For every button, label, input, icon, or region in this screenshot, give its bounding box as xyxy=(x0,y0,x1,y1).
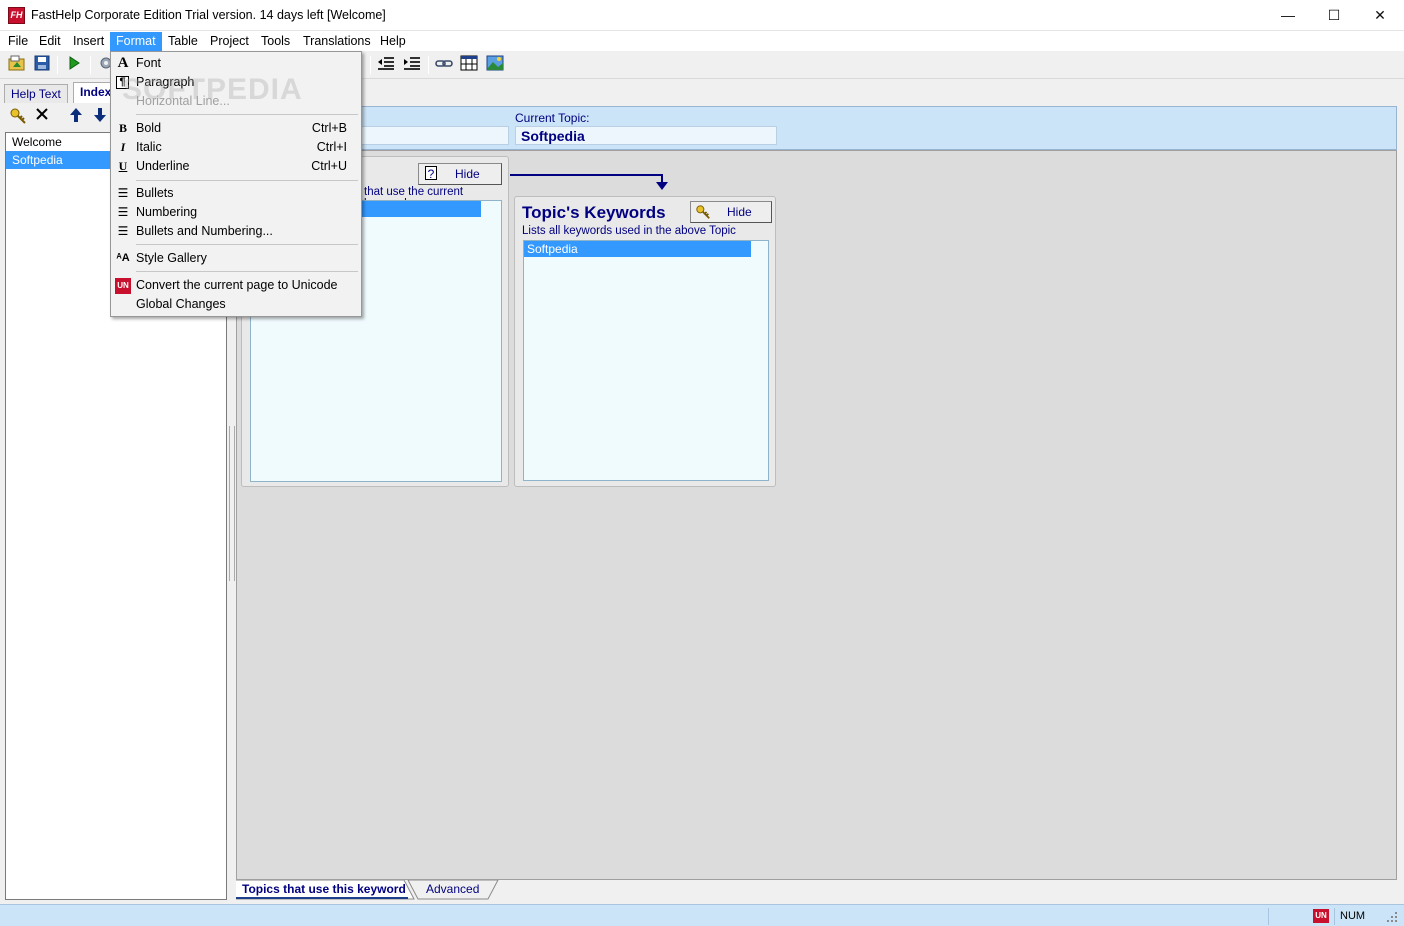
tab-help-text[interactable]: Help Text xyxy=(4,84,68,103)
link-icon[interactable] xyxy=(434,55,454,75)
unicode-icon: UN xyxy=(115,278,131,294)
app-logo-icon[interactable]: FH xyxy=(8,7,25,24)
resize-grip-icon[interactable] xyxy=(1386,911,1398,926)
menu-separator xyxy=(136,244,358,245)
help-icon: ? xyxy=(425,166,437,181)
menu-item-convert-unicode[interactable]: UN Convert the current page to Unicode xyxy=(113,276,359,295)
open-project-icon[interactable] xyxy=(7,55,27,75)
topic-header: Current Topic: Softpedia xyxy=(236,106,1397,150)
hide-topics-button[interactable]: ? Hide xyxy=(418,163,502,185)
menu-item-underline[interactable]: U Underline Ctrl+U xyxy=(113,157,359,176)
panel-splitter[interactable] xyxy=(229,426,235,581)
menu-item-label: Style Gallery xyxy=(136,251,207,265)
connector-arrow-icon xyxy=(656,182,668,190)
bullets-numbering-icon: ☰ xyxy=(117,224,129,238)
hide-label: Hide xyxy=(455,167,480,181)
connector-line xyxy=(510,174,662,176)
menu-item-bullets-and-numbering[interactable]: ☰ Bullets and Numbering... xyxy=(113,222,359,241)
toolbar-separator xyxy=(428,56,429,74)
menu-separator xyxy=(136,180,358,181)
menu-format[interactable]: Format xyxy=(110,32,162,51)
status-bar: UN NUM xyxy=(0,904,1404,926)
decrease-indent-icon[interactable] xyxy=(376,55,396,75)
menu-item-numbering[interactable]: ☰ Numbering xyxy=(113,203,359,222)
hide-keywords-button[interactable]: Hide xyxy=(690,201,772,223)
increase-indent-icon[interactable] xyxy=(402,55,422,75)
menu-item-shortcut: Ctrl+U xyxy=(311,159,347,173)
menu-item-style-gallery[interactable]: ᴬA Style Gallery xyxy=(113,249,359,268)
topic-keywords-title: Topic's Keywords xyxy=(522,203,666,222)
menu-file[interactable]: File xyxy=(3,32,33,51)
softpedia-watermark: SOFTPEDIA xyxy=(122,73,303,106)
num-lock-indicator: NUM xyxy=(1334,908,1378,925)
topic-keywords-list[interactable]: Softpedia xyxy=(523,240,769,481)
toolbar-separator xyxy=(90,56,91,74)
bullets-icon: ☰ xyxy=(117,186,129,200)
minimize-button[interactable]: — xyxy=(1265,0,1311,31)
menu-item-label: Numbering xyxy=(136,205,198,219)
menu-item-shortcut: Ctrl+I xyxy=(316,140,347,154)
menu-item-label: Italic xyxy=(136,140,162,154)
menu-item-font[interactable]: A Font xyxy=(113,54,359,73)
menu-table[interactable]: Table xyxy=(163,32,203,51)
menu-item-label: Bold xyxy=(136,121,162,135)
close-button[interactable]: ✕ xyxy=(1357,0,1403,31)
insert-table-icon[interactable] xyxy=(459,55,479,75)
numbering-icon: ☰ xyxy=(117,205,129,219)
menu-tools[interactable]: Tools xyxy=(256,32,295,51)
menu-separator xyxy=(136,114,358,115)
insert-image-icon[interactable] xyxy=(485,55,505,75)
hide-label: Hide xyxy=(727,205,752,219)
menu-item-label: Global Changes xyxy=(136,297,226,311)
move-up-icon[interactable] xyxy=(66,107,86,127)
menu-item-bullets[interactable]: ☰ Bullets xyxy=(113,184,359,203)
window-title: FastHelp Corporate Edition Trial version… xyxy=(31,8,386,22)
underline-icon: U xyxy=(118,159,128,173)
style-gallery-icon: ᴬA xyxy=(116,252,130,264)
menu-project[interactable]: Project xyxy=(205,32,254,51)
topic-keywords-panel: Topic's Keywords Hide Lists all keywords… xyxy=(514,196,776,487)
menu-item-italic[interactable]: I Italic Ctrl+I xyxy=(113,138,359,157)
save-icon[interactable] xyxy=(32,55,52,75)
tab-advanced[interactable]: Advanced xyxy=(426,880,479,899)
unicode-status-icon: UN xyxy=(1313,909,1329,923)
menu-help[interactable]: Help xyxy=(375,32,411,51)
menu-separator xyxy=(136,271,358,272)
menu-insert[interactable]: Insert xyxy=(68,32,109,51)
menu-edit[interactable]: Edit xyxy=(34,32,66,51)
maximize-button[interactable]: ☐ xyxy=(1311,0,1357,31)
menu-item-bold[interactable]: B Bold Ctrl+B xyxy=(113,119,359,138)
title-bar: FH FastHelp Corporate Edition Trial vers… xyxy=(0,0,1404,31)
menu-item-label: Convert the current page to Unicode xyxy=(136,278,338,292)
bottom-tab-strip: Topics that use this keyword Advanced xyxy=(236,880,1397,900)
menu-item-label: Bullets xyxy=(136,186,174,200)
key-icon xyxy=(695,204,711,220)
bold-icon: B xyxy=(118,121,127,135)
tab-topics-using-keyword[interactable]: Topics that use this keyword xyxy=(242,880,406,899)
toolbar-separator xyxy=(57,56,58,74)
italic-icon: I xyxy=(120,140,126,154)
delete-icon[interactable] xyxy=(32,107,52,127)
menu-item-shortcut: Ctrl+B xyxy=(311,121,347,135)
current-topic-field: Softpedia xyxy=(515,126,777,145)
current-topic-label: Current Topic: xyxy=(515,111,590,125)
key-icon[interactable] xyxy=(8,107,28,127)
move-down-icon[interactable] xyxy=(90,107,110,127)
menu-item-label: Font xyxy=(136,56,162,70)
menu-bar: File Edit Insert Format Table Project To… xyxy=(0,31,1404,51)
menu-translations[interactable]: Translations xyxy=(298,32,376,51)
menu-item-label: Bullets and Numbering... xyxy=(136,224,273,238)
status-panel xyxy=(1268,908,1308,925)
font-icon: A xyxy=(117,55,129,71)
topic-keywords-description: Lists all keywords used in the above Top… xyxy=(522,225,736,237)
menu-item-label: Underline xyxy=(136,159,190,173)
list-item[interactable]: Softpedia xyxy=(524,241,751,257)
run-icon[interactable] xyxy=(64,55,84,75)
menu-item-global-changes[interactable]: Global Changes xyxy=(113,295,359,314)
toolbar-separator xyxy=(370,56,371,74)
